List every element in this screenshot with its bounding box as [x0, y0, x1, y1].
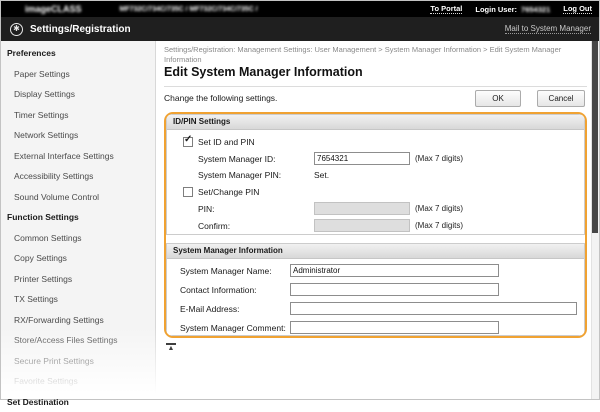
system-manager-name-label: System Manager Name:: [180, 266, 290, 276]
set-id-and-pin-row: ✓ Set ID and PIN: [167, 134, 584, 150]
sidebar-item-sound-volume-control[interactable]: Sound Volume Control: [1, 187, 155, 208]
sidebar-item-timer-settings[interactable]: Timer Settings: [1, 105, 155, 126]
set-change-pin-label: Set/Change PIN: [198, 187, 259, 197]
sidebar-item-copy-settings[interactable]: Copy Settings: [1, 248, 155, 269]
back-to-top-icon: ▲: [166, 345, 176, 352]
section-gap: [166, 235, 585, 243]
system-manager-name-input[interactable]: [290, 264, 499, 277]
email-address-input[interactable]: [290, 302, 577, 315]
checkmark-icon: ✓: [184, 135, 192, 145]
system-manager-id-row: System Manager ID: (Max 7 digits): [167, 150, 584, 167]
sidebar-item-display-settings[interactable]: Display Settings: [1, 84, 155, 105]
page-title: Edit System Manager Information: [164, 65, 363, 79]
id-pin-settings-section: ID/PIN Settings ✓ Set ID and PIN System …: [166, 114, 585, 235]
system-manager-pin-status: Set.: [314, 170, 329, 180]
instruction-text: Change the following settings.: [164, 93, 277, 103]
controls-row: Change the following settings. OK Cancel: [164, 89, 587, 107]
email-address-label: E-Mail Address:: [180, 304, 290, 314]
set-change-pin-row: Set/Change PIN: [167, 184, 584, 200]
sidebar-header-set-destination: Set Destination: [1, 392, 155, 412]
confirm-pin-input: [314, 219, 410, 232]
back-to-top-button[interactable]: ▲: [166, 343, 176, 352]
cancel-button[interactable]: Cancel: [537, 90, 585, 107]
system-manager-id-hint: (Max 7 digits): [415, 154, 463, 163]
pin-input: [314, 202, 410, 215]
contact-information-row: Contact Information:: [167, 280, 584, 299]
system-manager-id-input[interactable]: [314, 152, 410, 165]
system-manager-comment-input[interactable]: [290, 321, 499, 334]
pin-label: PIN:: [198, 204, 314, 214]
sidebar-header-function-settings: Function Settings: [1, 207, 155, 228]
sidebar-item-paper-settings[interactable]: Paper Settings: [1, 64, 155, 85]
settings-registration-bar: ✱ Settings/Registration Mail to System M…: [1, 17, 599, 41]
confirm-hint: (Max 7 digits): [415, 221, 463, 230]
login-user-label: Login User:: [475, 5, 517, 14]
main-content: Settings/Registration: Management Settin…: [157, 41, 591, 399]
to-portal-link[interactable]: To Portal: [430, 4, 462, 14]
sidebar-item-store-access-files-settings[interactable]: Store/Access Files Settings: [1, 330, 155, 351]
remote-ui-window: imageCLASS MF732C/734C/735C / MF732C/734…: [0, 0, 600, 400]
system-manager-information-header: System Manager Information: [167, 244, 584, 259]
contact-information-input[interactable]: [290, 283, 499, 296]
pin-row: PIN: (Max 7 digits): [167, 200, 584, 217]
system-manager-information-section: System Manager Information System Manage…: [166, 243, 585, 336]
system-manager-id-label: System Manager ID:: [198, 154, 314, 164]
asterisk-icon: ✱: [13, 25, 20, 33]
sidebar-item-printer-settings[interactable]: Printer Settings: [1, 269, 155, 290]
sidebar-item-network-settings[interactable]: Network Settings: [1, 125, 155, 146]
login-user: Login User: 7654321: [475, 5, 550, 14]
confirm-row: Confirm: (Max 7 digits): [167, 217, 584, 234]
settings-sidebar: Preferences Paper Settings Display Setti…: [1, 41, 156, 399]
sidebar-item-favorite-settings[interactable]: Favorite Settings: [1, 371, 155, 392]
highlighted-settings-area: ID/PIN Settings ✓ Set ID and PIN System …: [164, 112, 587, 338]
vertical-scrollbar[interactable]: [591, 41, 599, 399]
scrollbar-thumb[interactable]: [592, 41, 598, 233]
brand-logo: imageCLASS: [25, 4, 82, 14]
mail-to-system-manager-link[interactable]: Mail to System Manager: [505, 24, 591, 34]
sidebar-item-tx-settings[interactable]: TX Settings: [1, 289, 155, 310]
system-manager-name-row: System Manager Name:: [167, 261, 584, 280]
ok-button[interactable]: OK: [475, 90, 521, 107]
log-out-link[interactable]: Log Out: [563, 4, 592, 14]
system-manager-comment-label: System Manager Comment:: [180, 323, 290, 333]
set-change-pin-checkbox[interactable]: [183, 187, 193, 197]
top-bar-links: To Portal Login User: 7654321 Log Out: [430, 4, 592, 14]
id-pin-settings-header: ID/PIN Settings: [167, 115, 584, 130]
top-bar: imageCLASS MF732C/734C/735C / MF732C/734…: [1, 1, 599, 17]
pin-hint: (Max 7 digits): [415, 204, 463, 213]
system-manager-pin-label: System Manager PIN:: [198, 170, 314, 180]
set-id-and-pin-label: Set ID and PIN: [198, 137, 255, 147]
confirm-label: Confirm:: [198, 221, 314, 231]
breadcrumb: Settings/Registration: Management Settin…: [164, 45, 584, 65]
login-user-value: 7654321: [521, 5, 550, 14]
page-section-title: Settings/Registration: [30, 24, 131, 35]
sidebar-item-rx-forwarding-settings[interactable]: RX/Forwarding Settings: [1, 310, 155, 331]
contact-information-label: Contact Information:: [180, 285, 290, 295]
sidebar-item-accessibility-settings[interactable]: Accessibility Settings: [1, 166, 155, 187]
sidebar-item-external-interface-settings[interactable]: External Interface Settings: [1, 146, 155, 167]
system-manager-comment-row: System Manager Comment:: [167, 318, 584, 337]
sidebar-header-preferences: Preferences: [1, 43, 155, 64]
sidebar-item-common-settings[interactable]: Common Settings: [1, 228, 155, 249]
system-manager-pin-row: System Manager PIN: Set.: [167, 167, 584, 182]
settings-registration-icon: ✱: [10, 23, 23, 36]
email-address-row: E-Mail Address:: [167, 299, 584, 318]
set-id-and-pin-checkbox[interactable]: ✓: [183, 137, 193, 147]
sidebar-item-secure-print-settings[interactable]: Secure Print Settings: [1, 351, 155, 372]
title-divider: [164, 86, 587, 87]
device-model-label: MF732C/734C/735C / MF732C/734C/735C /: [120, 6, 258, 13]
